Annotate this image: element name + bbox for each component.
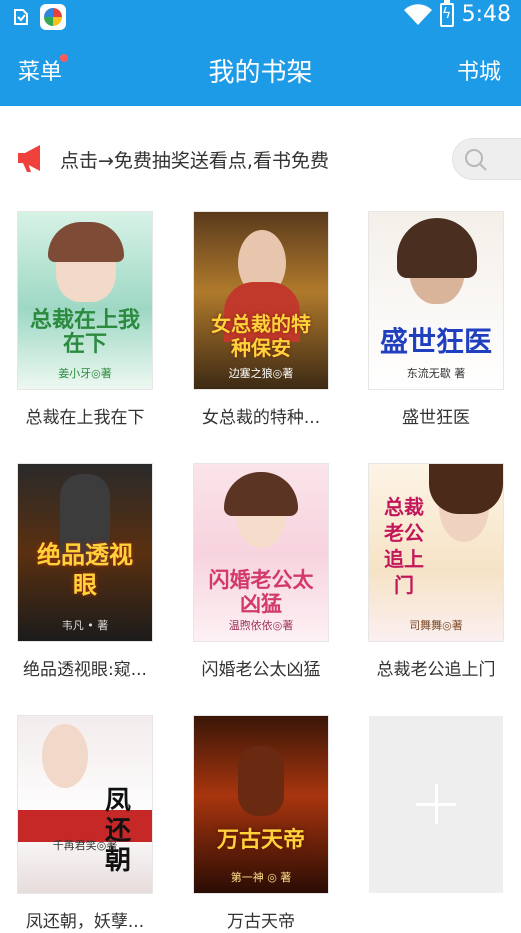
add-book-slot[interactable] [369,716,517,893]
book-cover[interactable]: 凤还朝 千苒君笑◎著 [18,716,152,893]
book-title: 总裁在上我在下 [25,408,145,428]
battery-charging-icon [439,0,454,27]
cover-title: 凤还朝 [104,786,131,876]
book-item[interactable]: 万古天帝 第一神 ◎ 著 万古天帝 [194,716,342,932]
book-cover[interactable]: 总裁在上我在下 姜小牙◎著 [18,212,152,389]
book-title: 女总裁的特种... [201,408,321,428]
book-item[interactable]: 盛世狂医 东流无歇 著 盛世狂医 [369,212,517,428]
book-title: 盛世狂医 [402,408,470,428]
notification-icon [14,9,28,25]
cover-title: 总裁老公追上门 [384,495,424,597]
book-item[interactable]: 绝品透视眼 韦凡 • 著 绝品透视眼:窥... [18,464,166,680]
book-title: 闪婚老公太凶猛 [201,660,321,680]
megaphone-icon [18,145,40,172]
search-button[interactable] [452,138,521,180]
cover-title: 女总裁的特种保安 [211,312,311,360]
book-cover[interactable]: 女总裁的特种保安 边塞之狼◎著 [194,212,328,389]
cover-author: 千苒君笑◎著 [52,839,118,852]
cover-author: 韦凡 • 著 [61,619,109,632]
status-bar: 5:48 [0,0,521,32]
wifi-icon [403,3,432,25]
cover-title: 万古天帝 [216,827,305,853]
cover-title: 盛世狂医 [379,325,492,358]
book-item[interactable]: 女总裁的特种保安 边塞之狼◎著 女总裁的特种... [194,212,342,428]
page-title: 我的书架 [208,58,313,88]
cover-author: 第一神 ◎ 著 [230,871,292,884]
cover-author: 姜小牙◎著 [58,367,112,380]
book-item[interactable]: 凤还朝 千苒君笑◎著 凤还朝，妖孽... [18,716,166,932]
status-time: 5:48 [461,2,511,27]
cover-author: 司舞舞◎著 [409,619,463,632]
promo-notice[interactable]: 点击→免费抽奖送看点,看书免费 [0,132,521,184]
cover-title: 绝品透视眼 [37,540,133,599]
book-title: 万古天帝 [227,912,295,932]
book-item[interactable]: 总裁老公追上门 司舞舞◎著 总裁老公追上门 [369,464,517,680]
app-icon [40,4,66,30]
cover-title: 总裁在上我在下 [29,307,140,357]
cover-author: 边塞之狼◎著 [228,367,294,380]
bookstore-button[interactable]: 书城 [457,54,501,86]
app-header: 菜单 我的书架 书城 [0,32,521,106]
cover-author: 东流无歇 著 [406,367,466,380]
cover-author: 温煦依依◎著 [228,619,294,632]
book-item[interactable]: 总裁在上我在下 姜小牙◎著 总裁在上我在下 [18,212,166,428]
book-title: 总裁老公追上门 [376,660,496,680]
book-item[interactable]: 闪婚老公太凶猛 温煦依依◎著 闪婚老公太凶猛 [194,464,342,680]
plus-icon[interactable] [369,716,503,893]
book-cover[interactable]: 闪婚老公太凶猛 温煦依依◎著 [194,464,328,641]
notice-text: 点击→免费抽奖送看点,看书免费 [60,150,329,172]
book-title: 绝品透视眼:窥... [23,660,147,680]
book-cover[interactable]: 总裁老公追上门 司舞舞◎著 [369,464,503,641]
book-cover[interactable]: 盛世狂医 东流无歇 著 [369,212,503,389]
search-icon [465,149,487,171]
book-cover[interactable]: 绝品透视眼 韦凡 • 著 [18,464,152,641]
book-title: 凤还朝，妖孽... [25,912,145,932]
cover-title: 闪婚老公太凶猛 [208,567,314,616]
book-cover[interactable]: 万古天帝 第一神 ◎ 著 [194,716,328,893]
